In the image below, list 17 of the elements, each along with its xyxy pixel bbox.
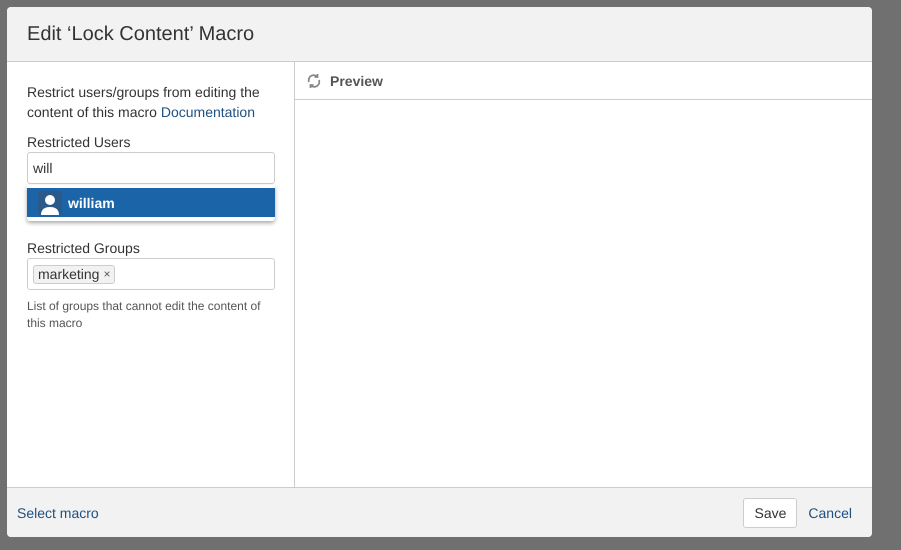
- field-label: Restricted Groups: [27, 239, 141, 258]
- users-field[interactable]: will: [27, 152, 275, 184]
- group-tag: marketing ×: [33, 264, 116, 284]
- groups-field[interactable]: marketing ×: [27, 258, 275, 290]
- intro-text: Restrict users/groups from editing the content of this macro Documentation: [27, 83, 261, 122]
- documentation-link[interactable]: Documentation: [160, 104, 256, 120]
- help-text: List of groups that cannot edit the content of this macro: [27, 298, 262, 332]
- avatar-icon: [38, 190, 62, 214]
- field-label: Restricted Users: [27, 133, 132, 152]
- suggestion-item[interactable]: william: [27, 188, 275, 217]
- select-macro-link[interactable]: Select macro: [17, 504, 99, 520]
- dialog-title: Edit ‘Lock Content’ Macro: [27, 22, 254, 46]
- cancel-link[interactable]: Cancel: [808, 504, 852, 520]
- refresh-icon[interactable]: [306, 72, 322, 88]
- remove-button[interactable]: ×: [103, 267, 110, 281]
- save-button[interactable]: Save: [743, 498, 798, 528]
- preview-title: Preview: [330, 72, 383, 88]
